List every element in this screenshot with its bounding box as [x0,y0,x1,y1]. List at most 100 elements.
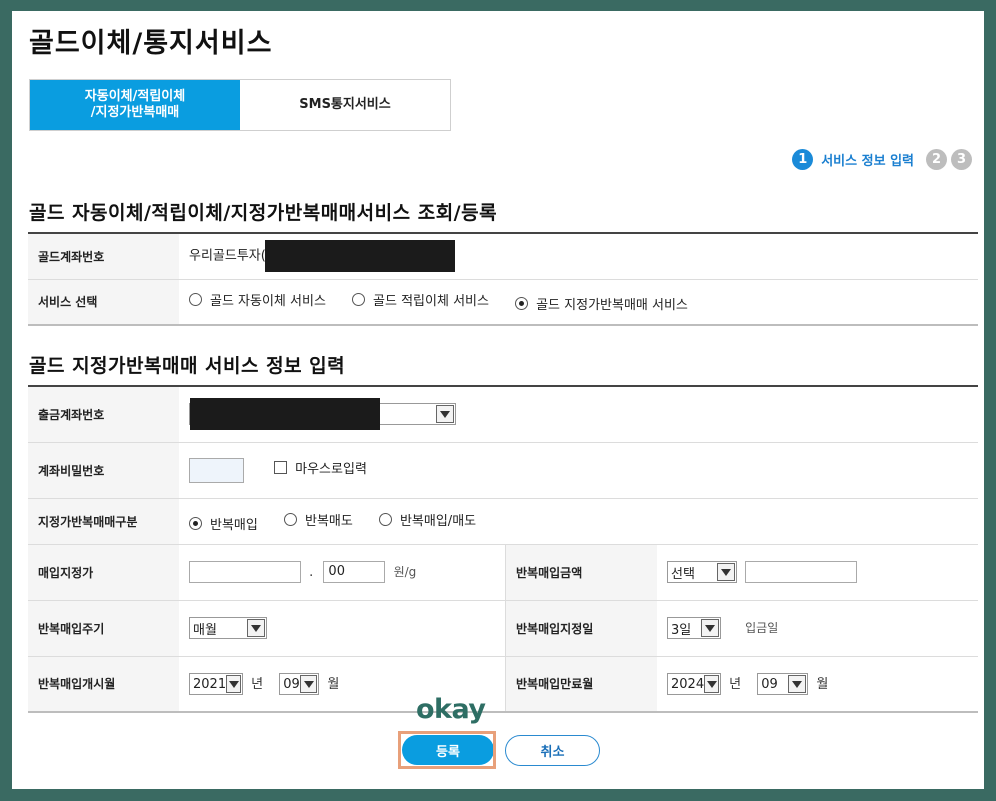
radio-circle-selected [515,297,529,311]
section-title-input: 골드 지정가반복매매 서비스 정보 입력 [29,355,346,377]
radio-label: 반복매도 [304,513,353,529]
end-month-unit: 월 [816,676,829,692]
radio-circle [352,293,366,307]
cycle-select[interactable]: 매월 [189,617,267,639]
tab-auto-transfer[interactable]: 자동이체/적립이체 /지정가반복매매 [30,80,240,130]
select-value: 2024 [671,676,705,692]
step-3-badge: 3 [951,149,972,170]
table-row: 지정가반복매매구분 반복매입 반복매도 반복매입/매도 [28,498,978,545]
radio-accumulate-transfer[interactable]: 골드 적립이체 서비스 [352,290,489,309]
trade-type-label: 지정가반복매매구분 [28,498,179,545]
radio-circle [378,512,392,526]
account-label: 골드계좌번호 [28,232,179,280]
redacted-withdraw-account [190,398,380,431]
select-value: 선택 [671,566,695,582]
withdraw-account-select[interactable] [189,398,456,431]
tab-sms-notification[interactable]: SMS통지서비스 [240,80,450,130]
buy-price-integer-input[interactable] [189,561,301,583]
step-1-label: 서비스 정보 입력 [821,154,914,169]
table-row: 골드계좌번호 우리골드투자( [28,232,978,280]
step-2-badge: 2 [926,149,947,170]
input-table: 출금계좌번호 계좌비밀번호 마우스로입력 지정가반복매매구분 반복매입 반복매도… [28,385,978,713]
table-row: 서비스 선택 골드 자동이체 서비스 골드 적립이체 서비스 골드 지정가반복매… [28,279,978,326]
radio-label: 반복매입/매도 [399,513,477,529]
buy-day-note: 입금일 [745,620,779,635]
end-year-select[interactable]: 2024 [667,673,721,695]
tab-auto-transfer-label: 자동이체/적립이체 /지정가반복매매 [84,89,186,120]
radio-label: 반복매입 [210,517,258,533]
end-month-select[interactable]: 09 [757,673,809,695]
buy-amount-input[interactable] [745,561,858,583]
radio-repeat-sell[interactable]: 반복매도 [283,510,353,529]
chevron-down-icon [299,675,318,693]
okay-overlay-text: okay [416,694,486,725]
password-cell: 마우스로입력 [179,442,978,499]
chevron-down-icon [247,619,265,637]
radio-circle [189,293,202,307]
buy-day-cell: 3일 입금일 [657,600,978,657]
table-row: 반복매입주기 매월 반복매입지정일 3일 입금일 [28,600,978,657]
withdraw-account-label: 출금계좌번호 [28,385,179,443]
redacted-account [264,240,455,273]
decimal-point: . [309,564,314,580]
select-value: 09 [283,676,300,692]
start-year-select[interactable]: 2021 [189,673,243,695]
select-value: 2021 [193,676,227,692]
end-month-cell: 2024 년 09 월 [657,656,978,713]
radio-label: 골드 적립이체 서비스 [373,294,489,310]
chevron-down-icon [704,675,719,693]
buy-day-label: 반복매입지정일 [505,600,657,657]
checkbox-label: 마우스로입력 [295,461,367,477]
buy-price-cell: . 00 원/g [179,544,506,601]
chevron-down-icon [788,675,807,693]
radio-auto-transfer[interactable]: 골드 자동이체 서비스 [189,290,326,309]
end-year-unit: 년 [729,676,742,692]
chevron-down-icon [701,619,719,637]
chevron-down-icon [717,563,735,581]
buy-amount-select[interactable]: 선택 [667,561,737,583]
step-indicator: 1 서비스 정보 입력 2 3 [792,149,972,170]
service-options-cell: 골드 자동이체 서비스 골드 적립이체 서비스 골드 지정가반복매매 서비스 [179,279,978,326]
radio-limit-order[interactable]: 골드 지정가반복매매 서비스 [515,294,688,313]
radio-repeat-buy[interactable]: 반복매입 [189,514,258,533]
start-month-unit: 월 [327,676,340,692]
mouse-input-checkbox[interactable]: 마우스로입력 [274,458,367,477]
select-value: 매월 [193,622,217,638]
table-row: 계좌비밀번호 마우스로입력 [28,442,978,499]
chevron-down-icon [436,405,454,424]
chevron-down-icon [226,675,241,693]
buy-price-decimal-input[interactable]: 00 [323,561,386,583]
checkbox-box [274,460,288,474]
radio-label: 골드 지정가반복매매 서비스 [536,298,688,314]
tab-bar: 자동이체/적립이체 /지정가반복매매 SMS통지서비스 [29,79,451,131]
cycle-label: 반복매입주기 [28,600,179,657]
start-year-unit: 년 [251,676,264,692]
start-month-label: 반복매입개시월 [28,656,179,713]
section-title-inquiry: 골드 자동이체/적립이체/지정가반복매매서비스 조회/등록 [29,202,498,224]
buy-amount-label: 반복매입금액 [505,544,657,601]
select-value: 09 [761,676,778,692]
step-1-badge: 1 [792,149,814,170]
buy-amount-cell: 선택 [657,544,978,601]
buy-day-select[interactable]: 3일 [667,617,721,639]
inquiry-table: 골드계좌번호 우리골드투자( 서비스 선택 골드 자동이체 서비스 골드 적립이… [28,232,978,326]
submit-button-highlight [398,731,496,769]
buy-price-label: 매입지정가 [28,544,179,601]
page-container: 골드이체/통지서비스 자동이체/적립이체 /지정가반복매매 SMS통지서비스 1… [12,11,984,789]
end-month-label: 반복매입만료월 [505,656,657,713]
cycle-cell: 매월 [179,600,506,657]
tab-sms-label: SMS통지서비스 [299,97,391,112]
table-row: 반복매입개시월 2021 년 09 월 반복매입만료월 2024 년 09 월 [28,656,978,713]
cancel-button[interactable]: 취소 [505,735,600,766]
withdraw-account-cell [179,385,978,443]
start-month-select[interactable]: 09 [279,673,320,695]
trade-type-cell: 반복매입 반복매도 반복매입/매도 [179,498,978,545]
page-title: 골드이체/통지서비스 [29,28,273,59]
account-value-cell: 우리골드투자( [179,232,978,280]
account-value: 우리골드투자( [189,248,266,264]
radio-repeat-buy-sell[interactable]: 반복매입/매도 [378,510,477,529]
table-row: 매입지정가 . 00 원/g 반복매입금액 선택 [28,544,978,601]
password-input[interactable] [189,457,244,483]
service-select-label: 서비스 선택 [28,279,179,326]
password-label: 계좌비밀번호 [28,442,179,499]
